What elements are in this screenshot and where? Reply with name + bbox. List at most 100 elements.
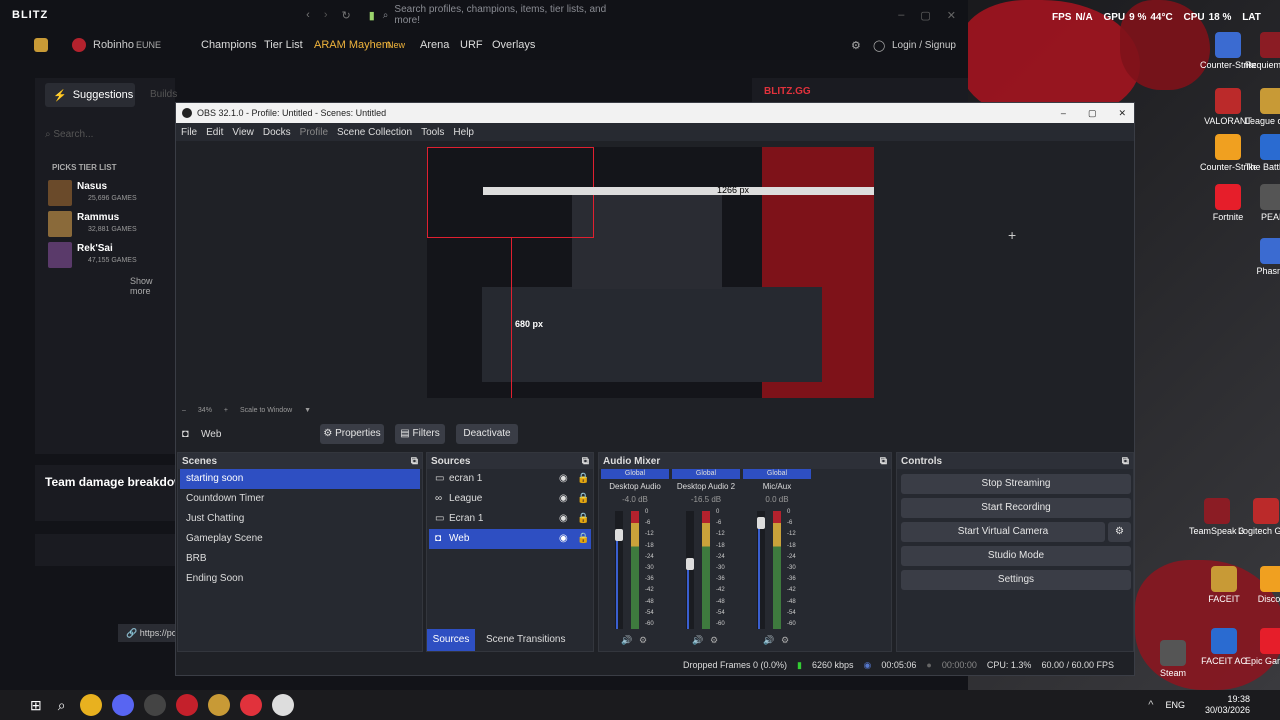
desktop-icon[interactable]: League of Legends [1245, 88, 1280, 126]
desktop-icon[interactable]: Discord [1245, 566, 1280, 604]
menu-help[interactable]: Help [453, 127, 474, 138]
league-icon[interactable] [207, 694, 230, 716]
source-item[interactable]: ◘ Web ◉ 🔒 [429, 529, 591, 549]
menu-edit[interactable]: Edit [206, 127, 223, 138]
channel-name[interactable]: Desktop Audio [601, 482, 669, 491]
steam-icon[interactable] [143, 694, 166, 716]
desktop-icon[interactable]: The Battle Middle-e... [1245, 134, 1280, 172]
tab-scene-transitions[interactable]: Scene Transitions [482, 629, 570, 651]
language[interactable]: ENG [1165, 700, 1185, 710]
speaker-icon[interactable]: 🔊 [692, 635, 703, 646]
visibility-eye-icon[interactable]: ◉ [559, 529, 577, 549]
close-icon[interactable]: ✕ [1118, 108, 1126, 119]
minimize-icon[interactable]: – [898, 9, 904, 21]
dock-float-icon[interactable]: ⧉ [411, 456, 418, 467]
visibility-eye-icon[interactable]: ◉ [559, 469, 577, 489]
game-icon[interactable] [34, 38, 48, 52]
obs-icon[interactable] [271, 694, 294, 716]
avatar[interactable] [72, 38, 86, 52]
desktop-icon[interactable]: Phasmo [1245, 238, 1280, 276]
lock-icon[interactable]: 🔒 [577, 509, 591, 529]
source-item[interactable]: ▭ Ecran 1 ◉ 🔒 [429, 509, 591, 529]
zoom-out-icon[interactable]: – [182, 407, 186, 414]
slider-thumb[interactable] [757, 517, 765, 529]
dock-float-icon[interactable]: ⧉ [1122, 456, 1129, 467]
desktop-icon[interactable]: Requiem Shortcut [1245, 32, 1280, 70]
chrome-icon[interactable] [79, 694, 102, 716]
channel-settings-icon[interactable]: ⚙ [781, 635, 789, 646]
scene-item[interactable]: Just Chatting [180, 509, 420, 529]
dock-float-icon[interactable]: ⧉ [582, 456, 589, 467]
tab-sources[interactable]: Sources [427, 629, 475, 651]
chevron-down-icon[interactable]: ▼ [304, 407, 311, 414]
visibility-eye-icon[interactable]: ◉ [559, 509, 577, 529]
scene-item[interactable]: Ending Soon [180, 569, 420, 589]
clock[interactable]: 19:38 30/03/2026 [1205, 694, 1250, 716]
desktop-icon[interactable]: PEAK [1245, 184, 1280, 222]
properties-button[interactable]: ⚙ Properties [320, 424, 384, 444]
channel-name[interactable]: Mic/Aux [743, 482, 811, 491]
settings-gear-icon[interactable]: ⚙ [851, 39, 861, 52]
studio-mode-button[interactable]: Studio Mode [901, 546, 1131, 566]
discord-icon[interactable] [111, 694, 134, 716]
menu-docks[interactable]: Docks [263, 127, 291, 138]
channel-settings-icon[interactable]: ⚙ [710, 635, 718, 646]
zoom-in-icon[interactable]: + [224, 407, 228, 414]
speaker-icon[interactable]: 🔊 [763, 635, 774, 646]
preview-canvas[interactable]: 1266 px 680 px + [176, 141, 1134, 403]
menu-profile[interactable]: Profile [300, 127, 328, 138]
nav-aram-mayhem[interactable]: ARAM Mayhem [314, 39, 391, 51]
virtual-camera-settings-icon[interactable]: ⚙ [1108, 522, 1131, 542]
desktop-icon[interactable]: FACEIT [1196, 566, 1252, 604]
start-virtual-camera-button[interactable]: Start Virtual Camera [901, 522, 1105, 542]
menu-tools[interactable]: Tools [421, 127, 444, 138]
lock-icon[interactable]: 🔒 [577, 469, 591, 489]
search-icon[interactable]: ⌕ [58, 697, 66, 714]
slider-thumb[interactable] [615, 529, 623, 541]
nav-urf[interactable]: URF [460, 39, 483, 51]
nav-champions[interactable]: Champions [201, 39, 257, 51]
scale-mode[interactable]: Scale to Window [240, 407, 292, 414]
lock-icon[interactable]: 🔒 [577, 489, 591, 509]
menu-scene-collection[interactable]: Scene Collection [337, 127, 412, 138]
list-item[interactable]: Rammus 32,881 GAMES [48, 211, 173, 239]
maximize-icon[interactable]: ▢ [920, 9, 930, 22]
deactivate-button[interactable]: Deactivate [456, 424, 518, 444]
scene-item[interactable]: Countdown Timer [180, 489, 420, 509]
forward-icon[interactable]: › [324, 9, 328, 21]
show-more-link[interactable]: Show more [130, 276, 175, 296]
scene-item[interactable]: Gameplay Scene [180, 529, 420, 549]
search-bar[interactable]: ⌕ Search profiles, champions, items, tie… [383, 4, 623, 26]
filters-button[interactable]: ▤ Filters [395, 424, 445, 444]
account-name[interactable]: Robinho [93, 39, 134, 51]
stop-streaming-button[interactable]: Stop Streaming [901, 474, 1131, 494]
scene-item[interactable]: starting soon [180, 469, 420, 489]
login-link[interactable]: Login / Signup [892, 40, 956, 51]
nav-arena[interactable]: Arena [420, 39, 449, 51]
lock-icon[interactable]: 🔒 [577, 529, 591, 549]
list-item[interactable]: Rek'Sai 47,155 GAMES [48, 242, 173, 270]
scene-item[interactable]: BRB [180, 549, 420, 569]
channel-settings-icon[interactable]: ⚙ [639, 635, 647, 646]
windows-start-icon[interactable]: ⊞ [30, 697, 42, 714]
channel-name[interactable]: Desktop Audio 2 [672, 482, 740, 491]
minimize-icon[interactable]: – [1061, 108, 1066, 118]
source-item[interactable]: ▭ ecran 1 ◉ 🔒 [429, 469, 591, 489]
tab-builds[interactable]: Builds [150, 89, 177, 100]
nav-overlays[interactable]: Overlays [492, 39, 535, 51]
dock-float-icon[interactable]: ⧉ [880, 456, 887, 467]
tab-suggestions[interactable]: ⚡ Suggestions [45, 83, 135, 107]
speaker-icon[interactable]: 🔊 [621, 635, 632, 646]
reload-icon[interactable]: ↻ [342, 9, 351, 22]
desktop-icon[interactable]: TeamSpeak 3 Client [1189, 498, 1245, 536]
nav-tier-list[interactable]: Tier List [264, 39, 303, 51]
visibility-eye-icon[interactable]: ◉ [559, 489, 577, 509]
settings-button[interactable]: Settings [901, 570, 1131, 590]
tray-chevron-icon[interactable]: ^ [1148, 699, 1153, 711]
slider-thumb[interactable] [686, 558, 694, 570]
desktop-icon[interactable]: Steam [1145, 640, 1201, 678]
desktop-icon[interactable]: Epic Games Launcher [1245, 628, 1280, 666]
back-icon[interactable]: ‹ [306, 9, 310, 21]
blitz-icon[interactable] [239, 694, 262, 716]
bookmark-icon[interactable]: ▮ [369, 9, 375, 22]
